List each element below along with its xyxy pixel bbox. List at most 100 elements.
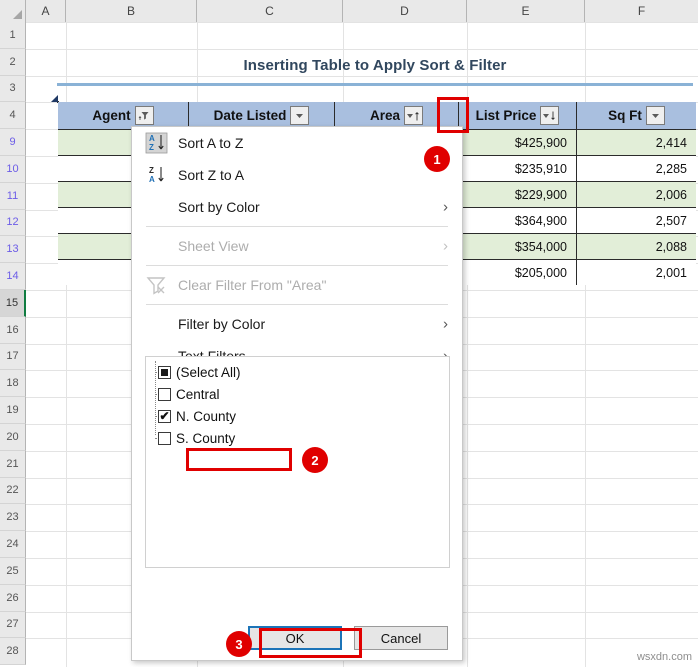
column-header-f[interactable]: F <box>585 0 698 22</box>
table-cell-price[interactable]: $229,900 <box>459 181 577 207</box>
sort-a-to-z-icon: A Z <box>144 131 170 155</box>
cancel-button[interactable]: Cancel <box>354 626 448 650</box>
table-resize-handle[interactable] <box>51 95 58 102</box>
column-header-c[interactable]: C <box>197 0 343 22</box>
row-header-20[interactable]: 20 <box>0 424 26 451</box>
row-header-label: 27 <box>6 618 19 631</box>
table-header-date-listed-label: Date Listed <box>213 108 287 123</box>
row-header-label: 25 <box>6 564 19 577</box>
dropdown-sort-desc-icon[interactable] <box>540 106 560 125</box>
row-header-14[interactable]: 14 <box>0 263 26 290</box>
row-header-4[interactable]: 4 <box>0 102 26 130</box>
table-header-date-listed[interactable]: Date Listed <box>189 102 335 129</box>
table-cell-sqft[interactable]: 2,001 <box>577 259 696 285</box>
column-header-b[interactable]: B <box>66 0 197 22</box>
check-icon: ✔ <box>159 408 170 423</box>
svg-text:A: A <box>149 134 155 143</box>
checkbox-unchecked[interactable] <box>158 431 171 445</box>
ok-button[interactable]: OK <box>248 626 342 650</box>
filter-list-item-n-county[interactable]: ✔ N. County <box>146 405 449 427</box>
row-header-label: 23 <box>6 511 19 524</box>
filter-dropdown-panel: A Z Sort A to Z Z A Sort Z to A Sort by … <box>131 126 463 661</box>
chevron-right-icon: › <box>443 237 448 255</box>
table-cell-price[interactable]: $364,900 <box>459 207 577 233</box>
filter-list-item-s-county[interactable]: S. County <box>146 427 449 449</box>
row-header-11[interactable]: 11 <box>0 182 26 210</box>
row-header-label: 19 <box>6 404 19 417</box>
page-title: Inserting Table to Apply Sort & Filter <box>243 56 507 74</box>
row-header-9[interactable]: 9 <box>0 129 26 156</box>
menu-item-sheet-view[interactable]: Sheet View › <box>132 230 462 262</box>
column-header-d[interactable]: D <box>343 0 467 22</box>
table-header-agent[interactable]: Agent <box>58 102 189 129</box>
filter-list-item-select-all[interactable]: (Select All) <box>146 361 449 383</box>
indeterminate-icon <box>161 368 168 376</box>
no-icon <box>144 312 170 336</box>
row-header-27[interactable]: 27 <box>0 611 26 639</box>
dropdown-sort-asc-icon[interactable] <box>404 106 424 125</box>
row-header-10[interactable]: 10 <box>0 156 26 183</box>
checkbox-checked[interactable]: ✔ <box>158 408 171 423</box>
data-table: Agent Date Listed Area List Price Sq Ft … <box>51 95 696 285</box>
row-header-24[interactable]: 24 <box>0 531 26 558</box>
title-underline <box>57 83 693 86</box>
filter-sort-asc-icon[interactable] <box>134 106 154 125</box>
column-header-f-label: F <box>637 4 646 18</box>
table-cell-price[interactable]: $354,000 <box>459 233 577 259</box>
table-header-sq-ft[interactable]: Sq Ft <box>577 102 696 129</box>
column-header-a-label: A <box>41 4 50 18</box>
checkbox-unchecked[interactable] <box>158 387 171 401</box>
table-cell-sqft[interactable]: 2,507 <box>577 207 696 233</box>
row-header-13[interactable]: 13 <box>0 236 26 264</box>
row-header-label: 17 <box>6 350 19 363</box>
table-cell-sqft[interactable]: 2,006 <box>577 181 696 207</box>
select-all-corner[interactable] <box>0 0 26 22</box>
row-header-16[interactable]: 16 <box>0 316 26 344</box>
row-header-25[interactable]: 25 <box>0 558 26 585</box>
menu-item-filter-by-color[interactable]: Filter by Color › <box>132 308 462 340</box>
menu-item-filter-by-color-label: Filter by Color <box>178 316 266 332</box>
row-header-3[interactable]: 3 <box>0 75 26 103</box>
row-header-23[interactable]: 23 <box>0 504 26 532</box>
row-header-17[interactable]: 17 <box>0 343 26 371</box>
row-header-label: 16 <box>6 323 19 336</box>
dropdown-arrow-icon[interactable] <box>645 106 665 125</box>
column-header-e[interactable]: E <box>467 0 585 22</box>
table-cell-price[interactable]: $425,900 <box>459 129 577 155</box>
row-header-26[interactable]: 26 <box>0 584 26 612</box>
row-header-label: 18 <box>6 377 19 390</box>
row-header-19[interactable]: 19 <box>0 397 26 424</box>
table-cell-sqft[interactable]: 2,414 <box>577 129 696 155</box>
row-header-22[interactable]: 22 <box>0 477 26 505</box>
menu-item-sort-z-to-a[interactable]: Z A Sort Z to A <box>132 159 462 191</box>
table-header-list-price[interactable]: List Price <box>459 102 577 129</box>
row-header-15[interactable]: 15 <box>0 290 26 317</box>
no-icon <box>144 234 170 258</box>
row-header-label: 11 <box>6 189 19 202</box>
menu-item-sort-a-to-z[interactable]: A Z Sort A to Z <box>132 127 462 159</box>
table-header-area-label: Area <box>369 108 401 123</box>
row-header-12[interactable]: 12 <box>0 209 26 237</box>
row-header-label: 14 <box>6 270 19 283</box>
dropdown-arrow-icon[interactable] <box>290 106 310 125</box>
table-header-area[interactable]: Area <box>335 102 459 129</box>
row-header-21[interactable]: 21 <box>0 450 26 478</box>
checkbox-indeterminate[interactable] <box>158 365 171 379</box>
menu-item-sort-by-color[interactable]: Sort by Color › <box>132 191 462 223</box>
row-header-1[interactable]: 1 <box>0 22 26 49</box>
column-header-a[interactable]: A <box>26 0 66 22</box>
row-header-label: 12 <box>6 216 19 229</box>
table-cell-price[interactable]: $235,910 <box>459 155 577 181</box>
table-cell-sqft[interactable]: 2,088 <box>577 233 696 259</box>
row-header-28[interactable]: 28 <box>0 638 26 666</box>
row-header-label: 10 <box>6 162 19 175</box>
menu-item-clear-filter[interactable]: Clear Filter From "Area" <box>132 269 462 301</box>
filter-list-item-central[interactable]: Central <box>146 383 449 405</box>
filter-list-item-label: S. County <box>176 430 236 446</box>
row-header-label: 15 <box>5 296 19 309</box>
row-header-2[interactable]: 2 <box>0 48 26 76</box>
table-cell-price[interactable]: $205,000 <box>459 259 577 285</box>
filter-value-list[interactable]: (Select All) Central ✔ N. County S. County <box>145 356 450 568</box>
table-cell-sqft[interactable]: 2,285 <box>577 155 696 181</box>
row-header-18[interactable]: 18 <box>0 370 26 398</box>
